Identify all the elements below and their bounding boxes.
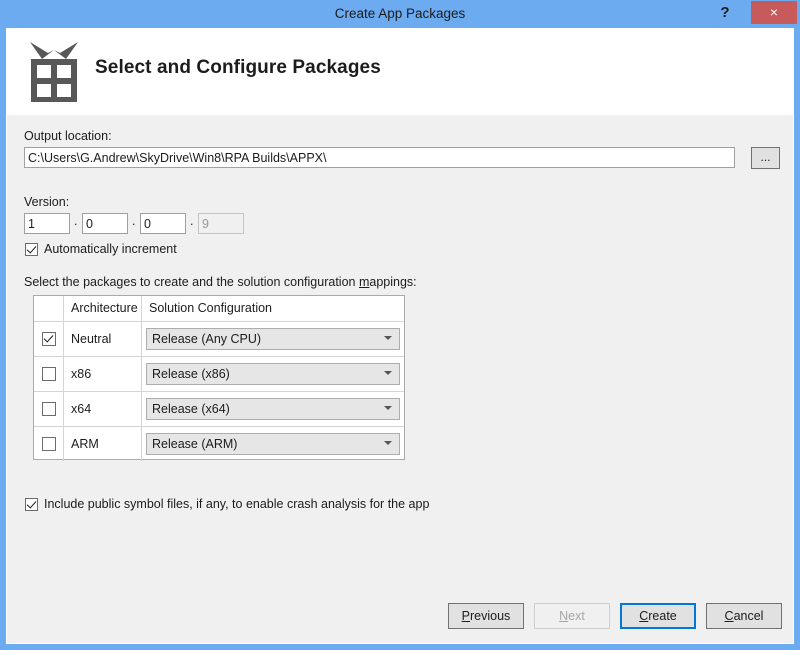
create-app-packages-dialog: Create App Packages ? × Select and Confi… [0, 0, 800, 650]
package-checkbox[interactable] [42, 437, 56, 451]
package-checkbox[interactable] [42, 402, 56, 416]
version-separator-1: . [74, 214, 77, 228]
output-location-input[interactable] [24, 147, 735, 168]
browse-button[interactable]: ... [751, 147, 780, 169]
architecture-cell: x86 [64, 357, 142, 391]
architecture-cell: Neutral [64, 322, 142, 356]
version-major-input[interactable] [24, 213, 70, 234]
next-accel: N [559, 609, 568, 623]
chevron-down-icon [384, 441, 392, 445]
package-select-cell[interactable] [34, 322, 64, 356]
solution-configuration-value: Release (Any CPU) [152, 332, 261, 346]
version-separator-3: . [190, 214, 193, 228]
dialog-client-area: Select and Configure Packages Output loc… [6, 28, 794, 644]
table-row[interactable]: ARM Release (ARM) [34, 427, 404, 461]
window-title: Create App Packages [0, 0, 800, 28]
solution-configuration-dropdown[interactable]: Release (x86) [146, 363, 400, 385]
package-checkbox[interactable] [42, 332, 56, 346]
architecture-cell: ARM [64, 427, 142, 461]
page-title: Select and Configure Packages [95, 57, 381, 79]
close-icon[interactable]: × [751, 1, 797, 24]
packages-instruction-accel: m [359, 275, 369, 289]
include-symbols-checkbox-row[interactable]: Include public symbol files, if any, to … [25, 497, 429, 511]
package-select-cell[interactable] [34, 427, 64, 461]
auto-increment-label: Automatically increment [44, 242, 177, 256]
packages-instruction-after: appings: [369, 275, 416, 289]
gift-box-icon [28, 41, 80, 103]
solution-configuration-dropdown[interactable]: Release (ARM) [146, 433, 400, 455]
next-rest: ext [568, 609, 585, 623]
chevron-down-icon [384, 406, 392, 410]
packages-instruction-label: Select the packages to create and the so… [24, 275, 417, 289]
include-symbols-checkbox[interactable] [25, 498, 38, 511]
table-row[interactable]: x86 Release (x86) [34, 357, 404, 392]
next-button: Next [534, 603, 610, 629]
version-build-input[interactable] [140, 213, 186, 234]
packages-table-body: Neutral Release (Any CPU) x86 Release (x86)… [34, 322, 404, 461]
table-row[interactable]: Neutral Release (Any CPU) [34, 322, 404, 357]
solution-configuration-cell: Release (Any CPU) [142, 322, 404, 356]
create-rest: reate [648, 609, 677, 623]
chevron-down-icon [384, 336, 392, 340]
include-symbols-label: Include public symbol files, if any, to … [44, 497, 429, 511]
version-minor-input[interactable] [82, 213, 128, 234]
column-header-architecture: Architecture [64, 296, 142, 321]
cancel-button[interactable]: Cancel [706, 603, 782, 629]
output-location-label: Output location: [24, 129, 112, 143]
packages-table: Architecture Solution Configuration Neut… [33, 295, 405, 460]
previous-accel: P [462, 609, 470, 623]
version-separator-2: . [132, 214, 135, 228]
solution-configuration-value: Release (x86) [152, 367, 230, 381]
cancel-accel: C [725, 609, 734, 623]
column-header-solution-configuration: Solution Configuration [142, 296, 404, 321]
previous-button[interactable]: Previous [448, 603, 524, 629]
package-select-cell[interactable] [34, 392, 64, 426]
package-checkbox[interactable] [42, 367, 56, 381]
table-row[interactable]: x64 Release (x64) [34, 392, 404, 427]
architecture-cell: x64 [64, 392, 142, 426]
version-label: Version: [24, 195, 69, 209]
solution-configuration-cell: Release (x86) [142, 357, 404, 391]
solution-configuration-value: Release (x64) [152, 402, 230, 416]
auto-increment-checkbox-row[interactable]: Automatically increment [25, 242, 177, 256]
auto-increment-checkbox[interactable] [25, 243, 38, 256]
dialog-body: Output location: ... Version: . . . Auto… [7, 115, 793, 643]
package-select-cell[interactable] [34, 357, 64, 391]
packages-table-header: Architecture Solution Configuration [34, 296, 404, 322]
version-revision-input [198, 213, 244, 234]
column-header-select [34, 296, 64, 321]
solution-configuration-dropdown[interactable]: Release (x64) [146, 398, 400, 420]
cancel-rest: ancel [734, 609, 764, 623]
dialog-header: Select and Configure Packages [7, 29, 793, 116]
previous-rest: revious [470, 609, 510, 623]
chevron-down-icon [384, 371, 392, 375]
create-accel: C [639, 609, 648, 623]
solution-configuration-cell: Release (x64) [142, 392, 404, 426]
help-icon[interactable]: ? [711, 0, 739, 26]
solution-configuration-dropdown[interactable]: Release (Any CPU) [146, 328, 400, 350]
create-button[interactable]: Create [620, 603, 696, 629]
solution-configuration-cell: Release (ARM) [142, 427, 404, 461]
title-bar[interactable]: Create App Packages ? × [0, 0, 800, 28]
packages-instruction-before: Select the packages to create and the so… [24, 275, 359, 289]
solution-configuration-value: Release (ARM) [152, 437, 237, 451]
dialog-footer: Previous Next Create Cancel [7, 591, 793, 643]
